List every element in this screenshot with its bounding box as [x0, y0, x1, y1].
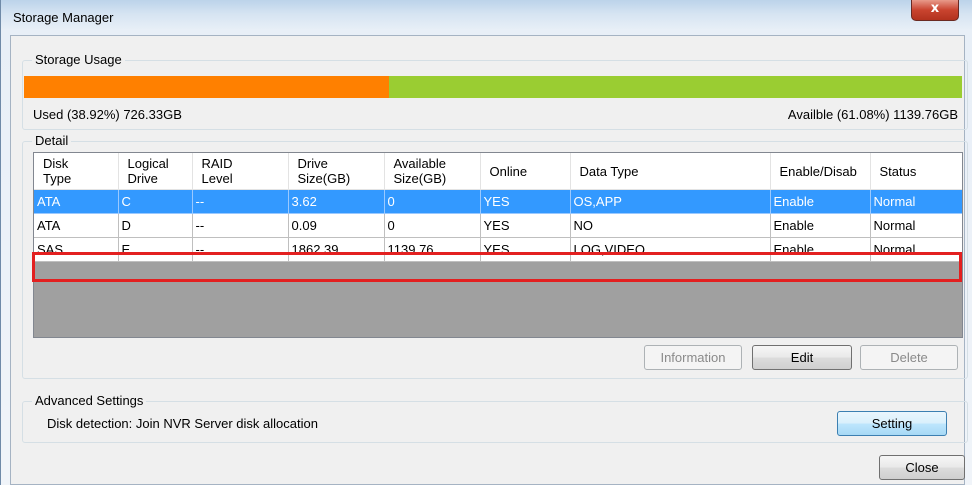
table-cell: Enable [770, 237, 871, 262]
table-cell: LOG,VIDEO [570, 237, 771, 262]
edit-button[interactable]: Edit [752, 345, 852, 370]
setting-button[interactable]: Setting [837, 411, 947, 436]
column-header[interactable]: Status [870, 153, 962, 190]
column-header-line1: Available [393, 156, 447, 171]
information-button[interactable]: Information [644, 345, 742, 370]
column-header[interactable]: Drive Size(GB) [288, 153, 385, 190]
close-icon[interactable]: x [911, 0, 959, 21]
table-cell: 0 [384, 213, 481, 238]
table-header-row: Disk Type Logical Drive RAID Level Drive Size(G… [34, 153, 962, 190]
table-cell: YES [480, 237, 571, 262]
column-header-line2: Size(GB) [393, 171, 447, 186]
table-cell: YES [480, 189, 571, 214]
column-header-line1: Disk [43, 156, 69, 171]
column-header-line2: Type [43, 171, 72, 186]
storage-usage-bar [24, 76, 962, 98]
column-header-line2: Drive [127, 171, 158, 186]
table-cell: NO [570, 213, 771, 238]
table-cell: 1139.76 [384, 237, 481, 262]
table-cell: SAS [34, 237, 119, 262]
column-header-line1: RAID [201, 156, 233, 171]
available-text: Availble (61.08%) 1139.76GB [787, 107, 958, 122]
column-header-line1: Logical [127, 156, 169, 171]
column-header[interactable]: Logical Drive [118, 153, 193, 190]
table-cell: -- [192, 189, 289, 214]
delete-button[interactable]: Delete [860, 345, 958, 370]
table-cell: Normal [870, 213, 962, 238]
advanced-settings-label: Advanced Settings [32, 393, 147, 408]
storage-manager-window: Storage Manager x Storage Usage Used (38… [0, 0, 972, 485]
close-button[interactable]: Close [879, 455, 965, 480]
table-row[interactable]: SAS E -- 1862.39 1139.76 YES LOG,VIDEO Enable No… [34, 237, 962, 262]
column-header[interactable]: Data Type [570, 153, 771, 190]
column-header-line1: Drive [297, 156, 328, 171]
column-header[interactable]: Enable/Disab [770, 153, 871, 190]
table-cell: -- [192, 237, 289, 262]
column-header[interactable]: Disk Type [34, 153, 119, 190]
used-text: Used (38.92%) 726.33GB [33, 107, 182, 122]
table-cell: Normal [870, 189, 962, 214]
table-cell: -- [192, 213, 289, 238]
table-cell: 1862.39 [288, 237, 385, 262]
column-header[interactable]: Online [480, 153, 571, 190]
table-cell: 3.62 [288, 189, 385, 214]
table-cell: Normal [870, 237, 962, 262]
used-bar-segment [24, 76, 390, 98]
column-header[interactable]: RAID Level [192, 153, 289, 190]
detail-label: Detail [32, 133, 72, 148]
table-cell: 0.09 [288, 213, 385, 238]
table-cell: OS,APP [570, 189, 771, 214]
table-row[interactable]: ATA D -- 0.09 0 YES NO Enable Normal [34, 213, 962, 238]
column-header[interactable]: Available Size(GB) [384, 153, 481, 190]
column-header-line1: Online [489, 163, 528, 179]
disk-table: Disk Type Logical Drive RAID Level Drive Size(G… [33, 152, 963, 338]
title-bar: Storage Manager x [1, 0, 972, 34]
column-header-line2: Size(GB) [297, 171, 351, 186]
column-header-line1: Data Type [579, 163, 639, 179]
table-row[interactable]: ATA C -- 3.62 0 YES OS,APP Enable Normal [34, 189, 962, 214]
storage-usage-label: Storage Usage [32, 52, 125, 67]
table-cell: D [118, 213, 193, 238]
table-cell: YES [480, 213, 571, 238]
window-title: Storage Manager [13, 10, 114, 25]
column-header-line1: Enable/Disab [779, 163, 857, 179]
table-cell: Enable [770, 213, 871, 238]
disk-detection-text: Disk detection: Join NVR Server disk all… [47, 416, 318, 431]
column-header-line1: Status [879, 163, 917, 179]
column-header-line2: Level [201, 171, 233, 186]
table-cell: 0 [384, 189, 481, 214]
table-cell: Enable [770, 189, 871, 214]
available-bar-segment [389, 76, 962, 98]
table-cell: ATA [34, 189, 119, 214]
table-cell: E [118, 237, 193, 262]
table-cell: C [118, 189, 193, 214]
table-cell: ATA [34, 213, 119, 238]
